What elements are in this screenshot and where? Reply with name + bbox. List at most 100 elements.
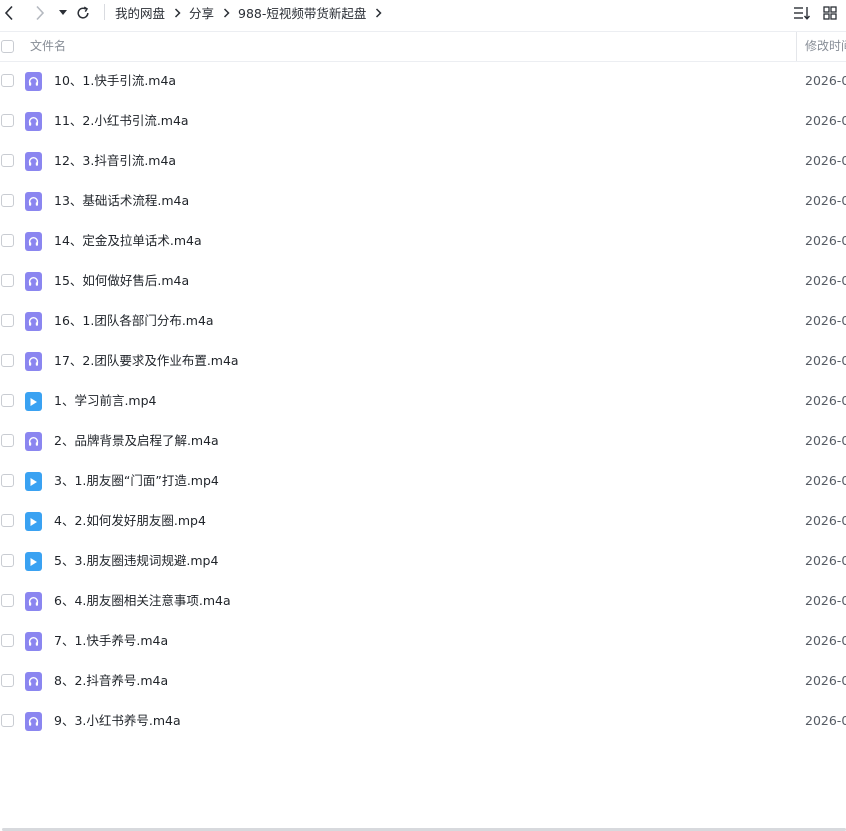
- audio-file-icon: [25, 312, 42, 331]
- video-file-icon: [25, 392, 42, 411]
- file-row[interactable]: 11、2.小红书引流.m4a 2026-0: [0, 101, 846, 141]
- audio-file-icon: [25, 592, 42, 611]
- file-name[interactable]: 15、如何做好售后.m4a: [54, 261, 189, 301]
- caret-down-icon: [59, 9, 67, 15]
- chevron-right-icon[interactable]: [375, 7, 382, 18]
- file-modified-date: 2026-0: [805, 153, 846, 168]
- audio-file-icon: [25, 352, 42, 371]
- row-checkbox[interactable]: [1, 234, 14, 247]
- row-checkbox[interactable]: [1, 514, 14, 527]
- video-file-icon: [25, 552, 42, 571]
- file-name[interactable]: 16、1.团队各部门分布.m4a: [54, 301, 214, 341]
- file-row[interactable]: 2、品牌背景及启程了解.m4a 2026-0: [0, 421, 846, 461]
- chevron-right-icon: [223, 7, 230, 18]
- row-checkbox[interactable]: [1, 194, 14, 207]
- video-file-icon: [25, 472, 42, 491]
- column-header-date[interactable]: 修改时间: [805, 32, 846, 61]
- file-modified-date: 2026-0: [805, 353, 846, 368]
- file-modified-date: 2026-0: [805, 393, 846, 408]
- breadcrumb-item-share[interactable]: 分享: [189, 3, 214, 22]
- toolbar-separator: [104, 4, 105, 20]
- file-name[interactable]: 3、1.朋友圈“门面”打造.mp4: [54, 461, 219, 501]
- file-modified-date: 2026-0: [805, 553, 846, 568]
- history-dropdown-button[interactable]: [56, 0, 70, 25]
- file-name[interactable]: 5、3.朋友圈违规词规避.mp4: [54, 541, 218, 581]
- file-row[interactable]: 3、1.朋友圈“门面”打造.mp4 2026-0: [0, 461, 846, 501]
- view-toggle-button[interactable]: [821, 0, 839, 25]
- audio-file-icon: [25, 272, 42, 291]
- file-modified-date: 2026-0: [805, 73, 846, 88]
- row-checkbox[interactable]: [1, 674, 14, 687]
- chevron-right-icon: [36, 5, 45, 20]
- chevron-left-icon: [4, 5, 13, 20]
- file-row[interactable]: 10、1.快手引流.m4a 2026-0: [0, 61, 846, 101]
- audio-file-icon: [25, 112, 42, 131]
- row-checkbox[interactable]: [1, 354, 14, 367]
- file-modified-date: 2026-0: [805, 673, 846, 688]
- breadcrumb: 我的网盘 分享 988-短视频带货新起盘: [115, 0, 390, 25]
- audio-file-icon: [25, 632, 42, 651]
- file-row[interactable]: 16、1.团队各部门分布.m4a 2026-0: [0, 301, 846, 341]
- row-checkbox[interactable]: [1, 554, 14, 567]
- file-row[interactable]: 17、2.团队要求及作业布置.m4a 2026-0: [0, 341, 846, 381]
- file-row[interactable]: 7、1.快手养号.m4a 2026-0: [0, 621, 846, 661]
- file-name[interactable]: 10、1.快手引流.m4a: [54, 61, 176, 101]
- file-row[interactable]: 4、2.如何发好朋友圈.mp4 2026-0: [0, 501, 846, 541]
- file-name[interactable]: 14、定金及拉单话术.m4a: [54, 221, 202, 261]
- video-file-icon: [25, 512, 42, 531]
- chevron-right-icon: [174, 7, 181, 18]
- row-checkbox[interactable]: [1, 114, 14, 127]
- breadcrumb-item-folder[interactable]: 988-短视频带货新起盘: [238, 3, 366, 22]
- forward-button[interactable]: [31, 0, 49, 25]
- file-name[interactable]: 12、3.抖音引流.m4a: [54, 141, 176, 181]
- row-checkbox[interactable]: [1, 154, 14, 167]
- sort-icon: [794, 6, 811, 20]
- file-row[interactable]: 9、3.小红书养号.m4a 2026-0: [0, 701, 846, 741]
- toolbar: 我的网盘 分享 988-短视频带货新起盘: [0, 0, 846, 25]
- file-row[interactable]: 13、基础话术流程.m4a 2026-0: [0, 181, 846, 221]
- audio-file-icon: [25, 712, 42, 731]
- refresh-button[interactable]: [74, 0, 92, 25]
- column-header-name[interactable]: 文件名: [30, 32, 66, 61]
- row-checkbox[interactable]: [1, 274, 14, 287]
- audio-file-icon: [25, 432, 42, 451]
- audio-file-icon: [25, 672, 42, 691]
- row-checkbox[interactable]: [1, 474, 14, 487]
- file-name[interactable]: 11、2.小红书引流.m4a: [54, 101, 189, 141]
- refresh-icon: [77, 6, 89, 19]
- audio-file-icon: [25, 152, 42, 171]
- sort-button[interactable]: [792, 0, 812, 25]
- file-modified-date: 2026-0: [805, 193, 846, 208]
- file-row[interactable]: 6、4.朋友圈相关注意事项.m4a 2026-0: [0, 581, 846, 621]
- back-button[interactable]: [0, 0, 18, 25]
- file-row[interactable]: 1、学习前言.mp4 2026-0: [0, 381, 846, 421]
- row-checkbox[interactable]: [1, 594, 14, 607]
- row-checkbox[interactable]: [1, 314, 14, 327]
- file-name[interactable]: 4、2.如何发好朋友圈.mp4: [54, 501, 206, 541]
- column-divider[interactable]: [796, 32, 797, 61]
- file-row[interactable]: 5、3.朋友圈违规词规避.mp4 2026-0: [0, 541, 846, 581]
- breadcrumb-item-my-drive[interactable]: 我的网盘: [115, 3, 165, 22]
- row-checkbox[interactable]: [1, 434, 14, 447]
- file-modified-date: 2026-0: [805, 713, 846, 728]
- file-row[interactable]: 12、3.抖音引流.m4a 2026-0: [0, 141, 846, 181]
- file-name[interactable]: 13、基础话术流程.m4a: [54, 181, 189, 221]
- file-name[interactable]: 9、3.小红书养号.m4a: [54, 701, 181, 741]
- file-name[interactable]: 17、2.团队要求及作业布置.m4a: [54, 341, 239, 381]
- row-checkbox[interactable]: [1, 394, 14, 407]
- grid-view-icon: [823, 5, 837, 20]
- file-name[interactable]: 6、4.朋友圈相关注意事项.m4a: [54, 581, 231, 621]
- row-checkbox[interactable]: [1, 714, 14, 727]
- file-row[interactable]: 14、定金及拉单话术.m4a 2026-0: [0, 221, 846, 261]
- file-name[interactable]: 7、1.快手养号.m4a: [54, 621, 168, 661]
- select-all-checkbox[interactable]: [1, 40, 14, 53]
- audio-file-icon: [25, 192, 42, 211]
- file-row[interactable]: 8、2.抖音养号.m4a 2026-0: [0, 661, 846, 701]
- file-row[interactable]: 15、如何做好售后.m4a 2026-0: [0, 261, 846, 301]
- row-checkbox[interactable]: [1, 74, 14, 87]
- file-name[interactable]: 2、品牌背景及启程了解.m4a: [54, 421, 219, 461]
- file-modified-date: 2026-0: [805, 593, 846, 608]
- row-checkbox[interactable]: [1, 634, 14, 647]
- file-name[interactable]: 1、学习前言.mp4: [54, 381, 157, 421]
- file-name[interactable]: 8、2.抖音养号.m4a: [54, 661, 168, 701]
